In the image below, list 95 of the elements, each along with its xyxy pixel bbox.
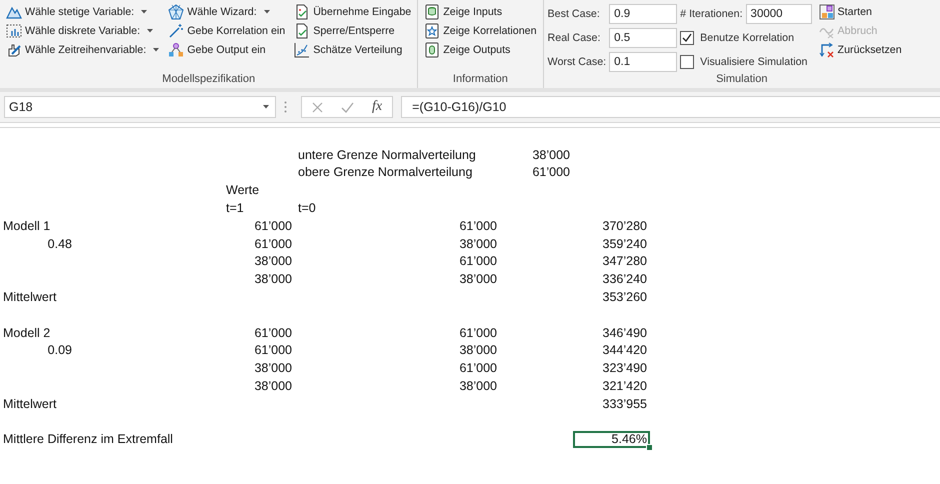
checkbox[interactable] [680,55,694,69]
field-label: # Iterationen: [680,8,743,20]
drag-handle-icon[interactable] [284,101,287,113]
ribbon-button[interactable]: Wähle diskrete Variable: [4,22,162,40]
ribbon-button[interactable]: Wähle Zeitreihenvariable: [4,41,162,59]
table-cell-text: 38’000 [458,236,498,253]
check-icon[interactable] [341,102,354,112]
table-cell-text: 333’955 [602,396,648,413]
table-cell-text: 61’000 [253,236,293,253]
table-cell-text: 61’000 [253,324,293,342]
ribbon-button[interactable]: Gebe Korrelation ein [166,22,288,40]
table-cell-text: 61’000 [531,164,571,182]
table-cell-text: Mittelwert [2,289,58,306]
table-cell-text: 38’000 [531,146,571,164]
ribbon-button[interactable]: Zeige Korrelationen [422,22,539,40]
table-cell-text: 359’240 [602,236,648,253]
table-cell-text: 344’420 [602,342,648,360]
table-cell-text: 61’000 [458,360,498,378]
checkbox-label: Benutze Korrelation [700,32,794,44]
caret-icon [264,10,270,14]
table-cell-text: 323’490 [602,360,648,378]
input-field[interactable]: 30000 [746,4,812,24]
hand-icon [6,42,22,58]
ribbon-button[interactable]: Gebe Output ein [166,41,288,59]
table-cell-text: 61’000 [458,218,498,235]
name-box[interactable]: G18 [4,96,276,118]
mountain-icon [6,4,22,20]
close-icon[interactable] [312,102,323,112]
table-cell-text: 346’490 [602,324,648,342]
star-document-icon [424,23,440,39]
field-label: Worst Case: [548,56,606,68]
group-label: Information [452,73,508,87]
ribbon-button[interactable]: Wähle stetige Variable: [4,3,162,21]
caret-icon [153,48,160,52]
table-cell-text: t=1 [225,200,245,217]
nodes-icon [168,42,184,58]
table-cell-text: 61’000 [253,218,293,235]
table-cell-text: 370’280 [602,218,648,235]
wand-icon [168,23,184,39]
table-cell-text: 38’000 [458,271,498,288]
table-cell-text: 38’000 [253,253,293,270]
input-field[interactable]: 0.1 [609,52,678,72]
checkbox-label: Visualisiere Simulation [700,56,808,68]
dotted-bars-icon [6,23,22,39]
document-check-icon [294,4,310,20]
arrows-cross-icon [818,42,835,58]
table-cell-text: obere Grenze Normalverteilung [297,164,474,182]
table-cell-text: t=0 [297,200,317,217]
ribbon-button[interactable]: Wähle Wizard: [166,3,288,21]
database-icon [424,4,440,20]
ribbon-button[interactable]: Zeige Outputs [422,41,539,59]
ribbon-button[interactable]: Schätze Verteilung [292,41,414,59]
document-check-icon [294,23,310,39]
table-cell-text: 0.48 [46,236,73,253]
scatter-chart-icon [294,42,310,58]
ribbon-button[interactable]: Zurücksetzen [816,41,904,59]
field-label: Best Case: [548,8,601,20]
web-icon [168,4,184,20]
table-cell-text: 347’280 [602,253,648,270]
caret-icon [263,105,269,109]
table-cell-text: 336’240 [602,271,648,288]
ribbon-button[interactable]: Starten [816,3,904,21]
input-field[interactable]: 0.9 [609,4,678,24]
ribbon-button[interactable]: Übernehme Eingabe [292,3,414,21]
table-cell-text: 38’000 [458,342,498,360]
table-cell-text: 353’260 [602,289,648,306]
insert-function-button[interactable]: fx [372,99,382,115]
table-cell-text: 61’000 [458,253,498,270]
table-cell-text: 61’000 [458,324,498,342]
checkbox[interactable] [680,31,694,45]
table-cell-text: 38’000 [253,271,293,288]
table-cell-text: 38’000 [253,360,293,378]
table-cell-text: Werte [225,182,260,200]
table-cell-text: Modell 2 [2,324,52,342]
table-cell-text: 321’420 [602,378,648,395]
table-cell-text: Modell 1 [2,218,52,235]
field-label: Real Case: [548,32,602,44]
ribbon-button[interactable]: Zeige Inputs [422,3,539,21]
table-cell-text: 38’000 [253,378,293,395]
table-cell-text: untere Grenze Normalverteilung [297,146,477,164]
input-field[interactable]: 0.5 [609,28,678,48]
table-cell: 5.46% [573,430,650,448]
group-label: Simulation [716,73,768,87]
capsule-document-icon [424,42,440,58]
cubes-icon [818,4,835,20]
table-cell-text: 61’000 [253,342,293,360]
group-label: Modellspezifikation [162,73,256,87]
table-cell-text: 38’000 [458,378,498,395]
table-cell-text: 0.09 [46,342,73,360]
caret-icon [147,29,154,33]
caret-icon [141,10,148,14]
formula-field[interactable]: =(G10-G16)/G10 [401,96,940,118]
table-cell-text: Mittlere Differenz im Extremfall [2,431,174,448]
table-cell-text: Mittelwert [2,396,58,413]
ribbon-button[interactable]: Sperre/Entsperre [292,22,414,40]
